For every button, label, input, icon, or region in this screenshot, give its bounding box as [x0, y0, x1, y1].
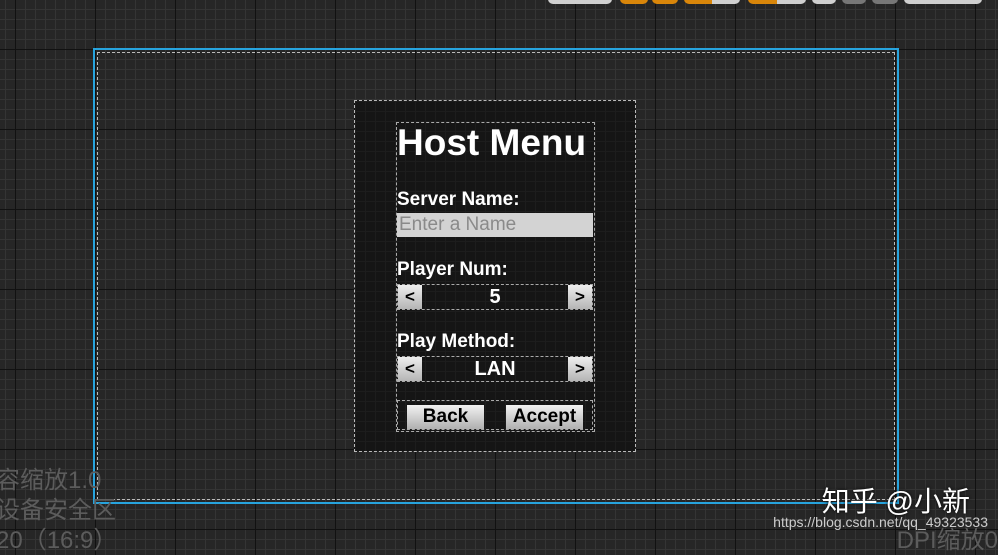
toolbar-button[interactable]: [748, 0, 806, 4]
toolbar-button[interactable]: [684, 0, 740, 4]
toolbar-button[interactable]: [872, 0, 898, 4]
player-num-value: 5: [489, 286, 501, 308]
player-num-increment-button[interactable]: >: [568, 285, 592, 309]
play-method-label: Play Method:: [397, 331, 516, 352]
player-num-label: Player Num:: [397, 259, 508, 280]
toolbar-button[interactable]: [904, 0, 982, 4]
accept-button[interactable]: Accept: [506, 405, 583, 429]
back-button[interactable]: Back: [407, 405, 484, 429]
toolbar-button[interactable]: [548, 0, 612, 4]
toolbar-button[interactable]: [842, 0, 866, 4]
player-num-decrement-button[interactable]: <: [398, 285, 422, 309]
page-title: Host Menu: [397, 122, 587, 163]
toolbar-button[interactable]: [620, 0, 648, 4]
play-method-value: LAN: [474, 358, 516, 380]
play-method-increment-button[interactable]: >: [568, 357, 592, 381]
resolution-text: 20（16:9）: [0, 527, 118, 554]
player-num-spinner: < 5 >: [397, 284, 593, 310]
play-method-spinner: < LAN >: [397, 356, 593, 382]
server-name-label: Server Name:: [397, 189, 520, 210]
watermark-url: https://blog.csdn.net/qq_49323533: [773, 514, 988, 530]
toolbar-button[interactable]: [652, 0, 678, 4]
server-name-input[interactable]: Enter a Name: [397, 213, 593, 237]
play-method-decrement-button[interactable]: <: [398, 357, 422, 381]
toolbar-button[interactable]: [812, 0, 836, 4]
